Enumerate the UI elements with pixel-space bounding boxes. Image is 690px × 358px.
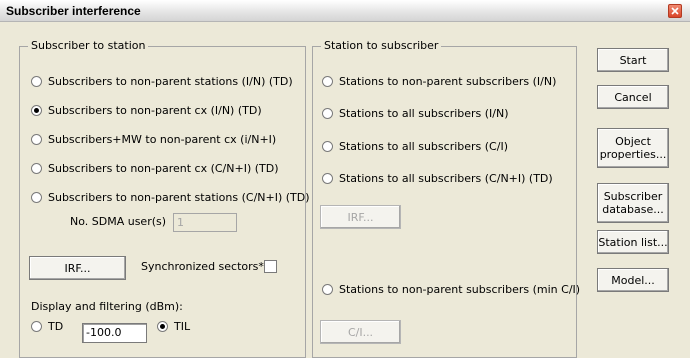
station-list-button[interactable]: Station list... (597, 230, 669, 254)
radio-button-selected[interactable] (157, 321, 168, 332)
radio-label: Subscribers to non-parent cx (I/N) (TD) (48, 104, 262, 117)
model-button[interactable]: Model... (597, 268, 669, 292)
radio-stations-nonparent-subscribers-min-ci[interactable]: Stations to non-parent subscribers (min … (322, 283, 580, 296)
radio-button[interactable] (322, 173, 333, 184)
synchronized-sectors-checkbox[interactable] (264, 260, 277, 273)
radio-label: Stations to non-parent subscribers (I/N) (339, 75, 557, 88)
radio-subscribers-mw-nonparent-cx[interactable]: Subscribers+MW to non-parent cx (i/N+I) (31, 133, 276, 146)
subscriber-database-line1: Subscriber (603, 190, 663, 203)
radio-button[interactable] (31, 192, 42, 203)
station-to-subscriber-group: Station to subscriber (312, 39, 577, 358)
radio-subscribers-nonparent-cx-in-td[interactable]: Subscribers to non-parent cx (I/N) (TD) (31, 104, 262, 117)
irf-button[interactable]: IRF... (29, 256, 126, 280)
radio-label: Subscribers+MW to non-parent cx (i/N+I) (48, 133, 277, 146)
filter-value-input[interactable]: -100.0 (82, 323, 147, 343)
radio-stations-all-subscribers-cni-td[interactable]: Stations to all subscribers (C/N+I) (TD) (322, 172, 553, 185)
start-button[interactable]: Start (597, 48, 669, 72)
radio-stations-all-subscribers-in[interactable]: Stations to all subscribers (I/N) (322, 107, 509, 120)
sdma-users-label: No. SDMA user(s) (70, 215, 167, 228)
close-icon (671, 7, 679, 15)
radio-button[interactable] (322, 76, 333, 87)
ci-button[interactable]: C/I... (320, 320, 401, 344)
radio-stations-all-subscribers-ci[interactable]: Stations to all subscribers (C/I) (322, 140, 508, 153)
radio-button[interactable] (322, 141, 333, 152)
radio-button-selected[interactable] (31, 105, 42, 116)
title-bar: Subscriber interference (0, 0, 690, 22)
radio-td[interactable]: TD (31, 320, 63, 333)
radio-label: Subscribers to non-parent stations (C/N+… (48, 191, 310, 204)
radio-stations-nonparent-subscribers-in[interactable]: Stations to non-parent subscribers (I/N) (322, 75, 556, 88)
radio-button[interactable] (31, 76, 42, 87)
radio-til[interactable]: TIL (157, 320, 190, 333)
subscriber-database-line2: database... (602, 203, 664, 216)
radio-button[interactable] (31, 163, 42, 174)
radio-label: Stations to all subscribers (I/N) (339, 107, 509, 120)
subscriber-database-button[interactable]: Subscriber database... (597, 183, 669, 223)
close-button[interactable] (668, 4, 682, 18)
window-title: Subscriber interference (6, 4, 141, 18)
object-properties-button[interactable]: Object properties... (597, 128, 669, 168)
radio-label: TIL (174, 320, 191, 333)
radio-label: Subscribers to non-parent stations (I/N)… (48, 75, 293, 88)
group-label: Subscriber to station (28, 39, 149, 52)
radio-label: Stations to non-parent subscribers (min … (339, 283, 581, 296)
display-filtering-label: Display and filtering (dBm): (31, 300, 183, 313)
radio-button[interactable] (31, 321, 42, 332)
radio-label: Stations to all subscribers (C/I) (339, 140, 508, 153)
sdma-users-field[interactable]: 1 (173, 213, 237, 232)
cancel-button[interactable]: Cancel (597, 85, 669, 109)
object-properties-line2: properties... (599, 148, 667, 161)
station-irf-button[interactable]: IRF... (320, 205, 401, 229)
radio-button[interactable] (322, 284, 333, 295)
synchronized-sectors-label: Synchronized sectors* (141, 260, 264, 273)
radio-label: Subscribers to non-parent cx (C/N+I) (TD… (48, 162, 279, 175)
radio-button[interactable] (322, 108, 333, 119)
radio-label: TD (48, 320, 64, 333)
radio-subscribers-nonparent-cx-cni-td[interactable]: Subscribers to non-parent cx (C/N+I) (TD… (31, 162, 279, 175)
radio-subscribers-nonparent-stations-in-td[interactable]: Subscribers to non-parent stations (I/N)… (31, 75, 293, 88)
radio-button[interactable] (31, 134, 42, 145)
object-properties-line1: Object (615, 135, 651, 148)
group-label: Station to subscriber (321, 39, 442, 52)
radio-label: Stations to all subscribers (C/N+I) (TD) (339, 172, 553, 185)
radio-subscribers-nonparent-stations-cni-td[interactable]: Subscribers to non-parent stations (C/N+… (31, 191, 310, 204)
